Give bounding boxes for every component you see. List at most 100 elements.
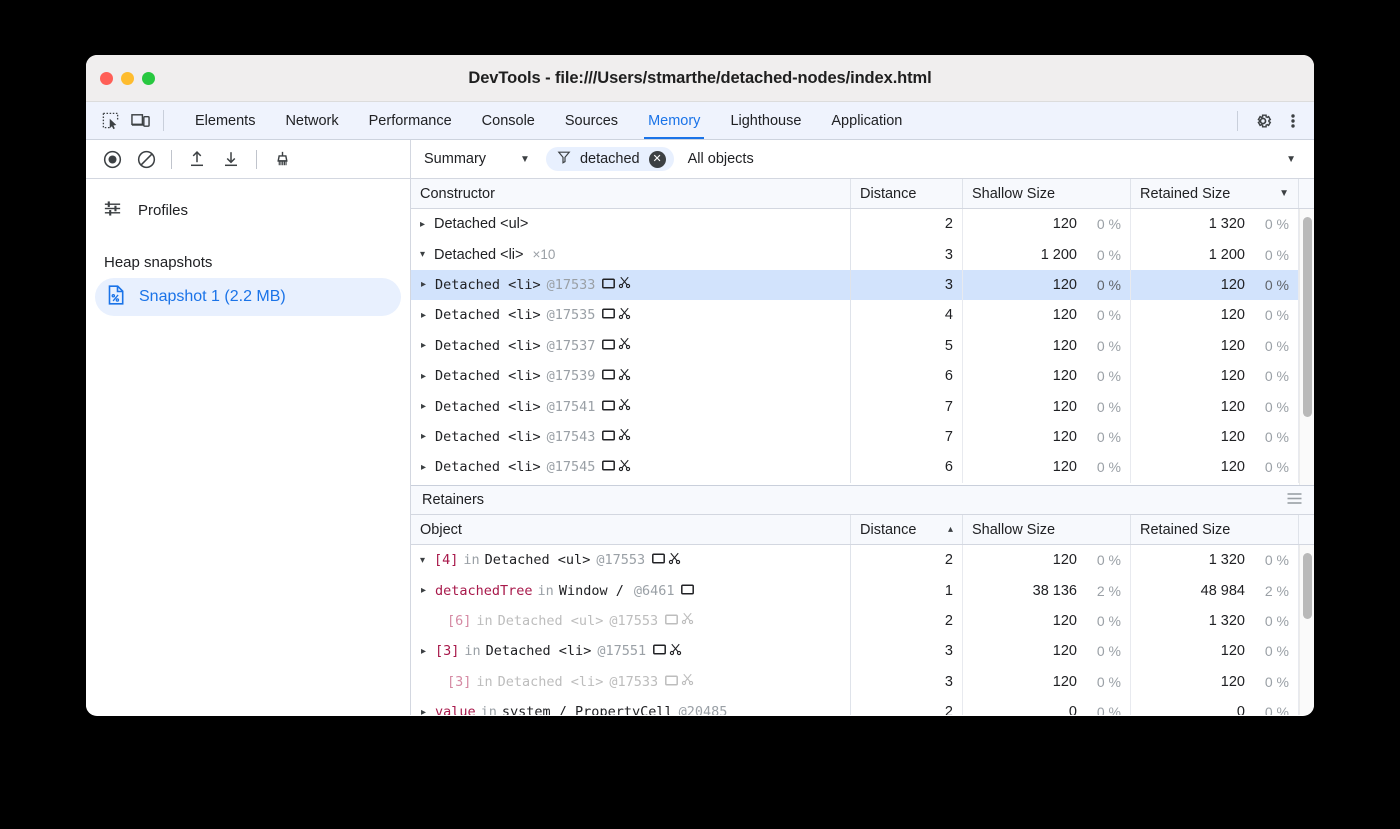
table-row[interactable]: ▸ Detached <li> @17543 7 120 0 % [411,422,1314,452]
row-object-id: @17541 [547,399,596,415]
column-header-retained-size[interactable]: Retained Size ▼ [1131,179,1299,208]
reveal-node-icon[interactable] [602,368,615,384]
scrollbar-thumb[interactable] [1303,553,1312,619]
row-object-id: @17553 [596,552,645,568]
expand-triangle-icon[interactable]: ▸ [421,310,435,321]
table-row[interactable]: ▸ Detached <li> @17545 6 120 0 % [411,452,1314,482]
tab-elements[interactable]: Elements [180,102,270,139]
tab-application[interactable]: Application [816,102,917,139]
objects-chevron-down-icon[interactable]: ▼ [1286,154,1296,165]
tab-sources[interactable]: Sources [550,102,633,139]
reveal-node-icon[interactable] [602,399,615,415]
column-header-distance[interactable]: Distance [851,179,963,208]
reveal-node-icon[interactable] [652,552,665,568]
row-constructor-label: Detached <li> [435,338,541,354]
more-vertical-icon[interactable] [1278,111,1308,131]
column-header-object[interactable]: Object [411,515,851,544]
table-row[interactable]: ▸ Detached <li> @17533 3 120 0 % [411,270,1314,300]
row-retained-size: 120 0 % [1131,361,1299,391]
tab-memory[interactable]: Memory [633,102,715,139]
row-retained-pct: 0 % [1255,277,1289,293]
row-retained-size: 1 200 0 % [1131,239,1299,269]
table-row[interactable]: ▸ Detached <li> @17537 5 120 0 % [411,331,1314,361]
column-header-distance[interactable]: Distance ▴ [851,515,963,544]
sidebar-snapshot-label: Snapshot 1 (2.2 MB) [139,288,286,306]
inspect-element-icon[interactable] [95,102,125,139]
row-object-id: @17533 [547,277,596,293]
reveal-node-icon[interactable] [602,429,615,445]
table-row[interactable]: ▸ Detached <li> @17539 6 120 0 % [411,361,1314,391]
row-retained-pct: 0 % [1255,613,1289,629]
tab-network[interactable]: Network [270,102,353,139]
reveal-node-icon[interactable] [602,459,615,475]
table-row[interactable]: ▸ Detached <ul> 2 120 0 % 1 320 0 % [411,209,1314,239]
tab-lighthouse[interactable]: Lighthouse [715,102,816,139]
reveal-node-icon[interactable] [681,583,694,599]
expand-triangle-icon[interactable]: ▸ [421,401,435,412]
column-header-constructor[interactable]: Constructor [411,179,851,208]
row-retainer-key: detachedTree [435,583,533,599]
row-retained-pct: 0 % [1255,368,1289,384]
reveal-node-icon[interactable] [602,277,615,293]
hamburger-menu-icon[interactable] [1286,491,1303,510]
column-header-shallow-size[interactable]: Shallow Size [963,515,1131,544]
expand-triangle-icon[interactable]: ▸ [421,646,435,657]
retainers-scrollbar[interactable] [1299,545,1314,715]
class-filter-input[interactable]: detached ✕ [546,147,674,171]
table-row[interactable]: ▸ Detached <li> @17541 7 120 0 % [411,391,1314,421]
row-shallow-pct: 0 % [1087,277,1121,293]
download-icon[interactable] [215,144,247,174]
table-row[interactable]: ▾ Detached <li> ×10 3 1 200 0 % 1 200 0 … [411,239,1314,269]
reveal-node-icon[interactable] [665,674,678,690]
collapse-triangle-icon[interactable]: ▾ [420,249,434,260]
table-row[interactable]: ▸ Detached <li> @17535 4 120 0 % [411,300,1314,330]
row-retained-pct: 0 % [1255,674,1289,690]
row-retained-value: 120 [1221,338,1245,354]
record-icon[interactable] [96,144,128,174]
constructors-scrollbar[interactable] [1299,209,1314,485]
sidebar-item-snapshot-1[interactable]: Snapshot 1 (2.2 MB) [95,278,401,316]
reveal-node-icon[interactable] [653,643,666,659]
expand-triangle-icon[interactable]: ▸ [421,462,435,473]
reveal-node-icon[interactable] [602,307,615,323]
upload-icon[interactable] [181,144,213,174]
table-row[interactable]: ▸ detachedTree in Window / @6461 1 38 13… [411,575,1314,605]
row-shallow-size: 38 136 2 % [963,575,1131,605]
row-distance: 2 [851,545,963,575]
expand-triangle-icon[interactable]: ▸ [421,431,435,442]
expand-triangle-icon[interactable]: ▸ [421,371,435,382]
sidebar-item-profiles[interactable]: Profiles [86,192,410,228]
row-retainer-key: value [435,704,476,715]
expand-triangle-icon[interactable]: ▸ [420,219,434,230]
row-retained-size: 120 0 % [1131,331,1299,361]
gear-icon[interactable] [1248,111,1278,131]
expand-triangle-icon[interactable]: ▸ [421,585,435,596]
collapse-triangle-icon[interactable]: ▾ [420,555,434,566]
row-shallow-size: 120 0 % [963,391,1131,421]
view-select[interactable]: Summary ▼ [424,151,530,167]
clear-icon[interactable] [130,144,162,174]
reveal-node-icon[interactable] [665,613,678,629]
table-row[interactable]: ▾ [4] in Detached <ul> @17553 2 [411,545,1314,575]
table-row[interactable]: ▸ [3] in Detached <li> @17551 3 [411,636,1314,666]
objects-select-value[interactable]: All objects [688,151,754,167]
row-shallow-pct: 0 % [1087,307,1121,323]
row-object-id: @17543 [547,429,596,445]
row-name-cell: ▸ Detached <li> @17537 [411,331,851,361]
reveal-node-icon[interactable] [602,338,615,354]
expand-triangle-icon[interactable]: ▸ [421,279,435,290]
tab-console[interactable]: Console [467,102,550,139]
column-header-shallow-size[interactable]: Shallow Size [963,179,1131,208]
table-row[interactable]: ▸ [6] in Detached <ul> @17553 2 [411,606,1314,636]
tab-performance[interactable]: Performance [354,102,467,139]
scrollbar-thumb[interactable] [1303,217,1312,417]
device-toolbar-icon[interactable] [125,102,155,139]
column-header-retained-size[interactable]: Retained Size [1131,515,1299,544]
collect-garbage-icon[interactable] [266,144,298,174]
row-name-cell: ▾ [4] in Detached <ul> @17553 [411,545,851,575]
table-row[interactable]: ▸ [3] in Detached <li> @17533 3 [411,667,1314,697]
expand-triangle-icon[interactable]: ▸ [421,340,435,351]
table-row[interactable]: ▸ value in system / PropertyCell @20485 … [411,697,1314,715]
expand-triangle-icon[interactable]: ▸ [421,707,435,715]
clear-filter-icon[interactable]: ✕ [649,151,666,168]
